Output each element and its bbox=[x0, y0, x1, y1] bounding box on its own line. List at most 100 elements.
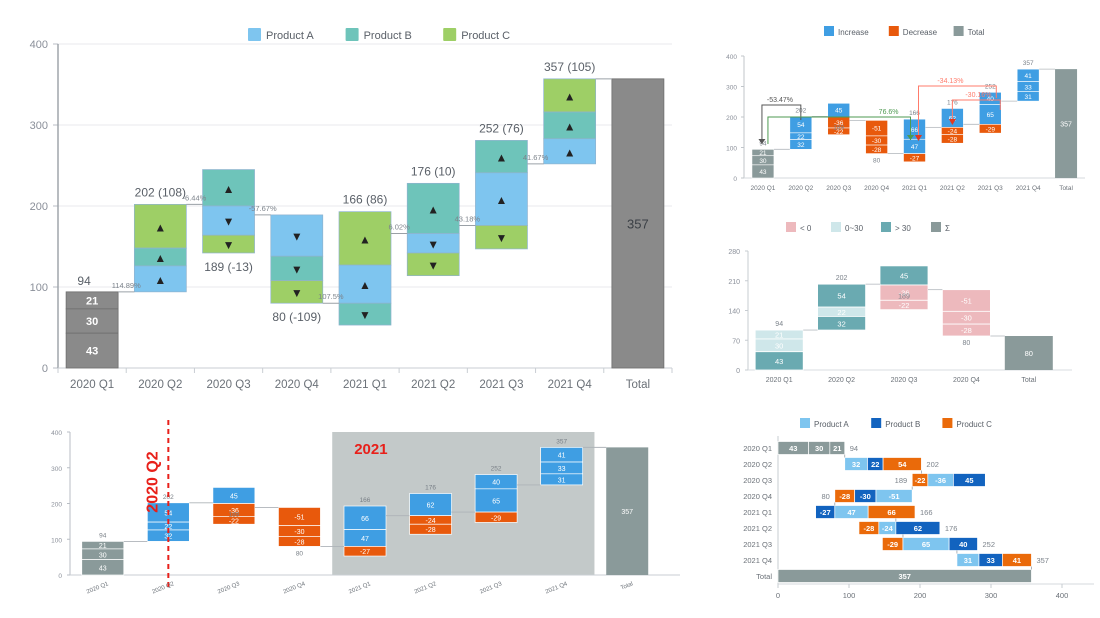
segment-value-label: -29 bbox=[887, 540, 898, 549]
legend-item[interactable]: < 0 bbox=[786, 222, 812, 233]
connector-percent-label: 114.89% bbox=[112, 281, 141, 290]
y-tick-label: 400 bbox=[726, 54, 737, 61]
x-tick-label: 2020 Q4 bbox=[283, 581, 307, 595]
bar-total-label: 252 (76) bbox=[479, 121, 524, 135]
legend-item[interactable]: 0~30 bbox=[831, 222, 864, 233]
br-chart-x-axis: 0 100 200 300 400 bbox=[776, 584, 1068, 600]
legend-swatch bbox=[786, 222, 796, 232]
segment-value-label: 47 bbox=[911, 144, 919, 151]
bar-total-label: 189 (-13) bbox=[204, 260, 253, 274]
up-arrow-icon: ▲ bbox=[154, 251, 166, 265]
legend-label: < 0 bbox=[800, 224, 812, 233]
legend-item[interactable]: Product A bbox=[248, 28, 314, 42]
up-arrow-icon: ▲ bbox=[359, 232, 371, 246]
legend-item[interactable]: Total bbox=[953, 26, 985, 37]
segment-value-label: 40 bbox=[959, 540, 967, 549]
segment-value-label: 40 bbox=[492, 480, 500, 487]
x-tick-label: 300 bbox=[985, 591, 998, 600]
segment-value-label: 66 bbox=[911, 127, 919, 134]
legend-label: Product A bbox=[266, 30, 314, 42]
bar-total-label: 176 bbox=[425, 484, 436, 491]
x-tick-label: 2020 Q2 bbox=[138, 379, 182, 391]
y-tick-label: 0 bbox=[58, 573, 62, 580]
segment-value-label: -27 bbox=[820, 508, 831, 517]
bar-total-label: 357 bbox=[1023, 60, 1034, 67]
legend-item[interactable]: Product C bbox=[443, 28, 510, 42]
bar-total-label: 94 bbox=[99, 532, 107, 539]
main-chart-x-axis: 2020 Q1 2020 Q2 2020 Q3 2020 Q4 2021 Q1 2021 … bbox=[57, 368, 673, 391]
segment-value-label: 33 bbox=[986, 556, 994, 565]
total-value-label: 80 bbox=[1025, 349, 1033, 358]
annotation-label: 76.6% bbox=[879, 109, 899, 116]
down-arrow-icon: ▼ bbox=[427, 237, 439, 251]
legend-item[interactable]: > 30 bbox=[881, 222, 911, 233]
segment-value-label: 41 bbox=[1025, 73, 1033, 80]
annotation-label: -53.47% bbox=[767, 97, 793, 104]
legend-item[interactable]: Product B bbox=[345, 28, 412, 42]
legend-label: Decrease bbox=[903, 28, 938, 37]
segment-value-label: 47 bbox=[361, 536, 369, 543]
segment-value-label: 65 bbox=[922, 540, 930, 549]
legend-label: Product B bbox=[364, 30, 412, 42]
bar-total-label: 176 (10) bbox=[411, 164, 456, 178]
row-total-label: 252 bbox=[983, 540, 996, 549]
br-waterfall-svg: Product A Product B Product C 43 30 21 94 32 22… bbox=[743, 418, 1094, 600]
legend-swatch bbox=[953, 26, 964, 36]
annotation-label: -30.16% bbox=[965, 92, 991, 99]
y-tick-label: 200 bbox=[726, 115, 737, 122]
down-arrow-icon: ▼ bbox=[291, 262, 303, 276]
segment-value-label: -28 bbox=[872, 147, 882, 154]
y-tick-label: 100 bbox=[51, 537, 62, 544]
x-tick-label: 2021 Q4 bbox=[1016, 185, 1041, 192]
x-tick-label: 2021 Q3 bbox=[978, 185, 1003, 192]
bar-total-label: 80 bbox=[963, 340, 971, 347]
bar-total-label: 252 bbox=[491, 466, 502, 473]
up-arrow-icon: ▲ bbox=[495, 193, 507, 207]
legend-label: Product B bbox=[885, 420, 920, 429]
br-chart-y-axis: 2020 Q1 2020 Q2 2020 Q3 2020 Q4 2021 Q1 2021 … bbox=[743, 444, 772, 581]
legend-label: > 30 bbox=[895, 224, 911, 233]
x-tick-label: 2021 Q1 bbox=[343, 379, 387, 391]
segment-value-label: 54 bbox=[898, 460, 907, 469]
x-tick-label: Total bbox=[1021, 377, 1036, 384]
x-tick-label: 400 bbox=[1056, 591, 1069, 600]
legend-item[interactable]: Increase bbox=[824, 26, 869, 37]
bar-total-label: 202 bbox=[836, 275, 848, 282]
segment-value-label: 30 bbox=[99, 552, 107, 559]
legend-swatch bbox=[248, 28, 261, 41]
legend-label: Product C bbox=[461, 30, 510, 42]
legend-item[interactable]: Σ bbox=[931, 222, 950, 233]
tr-chart-legend: Increase Decrease Total bbox=[824, 26, 985, 37]
x-tick-label: 2020 Q4 bbox=[953, 377, 980, 384]
y-tick-label: 300 bbox=[726, 85, 737, 92]
y-tick-label: 0 bbox=[736, 368, 740, 375]
legend-swatch bbox=[881, 222, 891, 232]
segment-value-label: 66 bbox=[361, 516, 369, 523]
tr-chart-x-axis: 2020 Q1 2020 Q2 2020 Q3 2020 Q4 2021 Q1 2021 … bbox=[750, 185, 1073, 192]
mr-chart-bars: 21304354223245-36-22 -51-30-2880942021898… bbox=[754, 265, 1053, 371]
legend-item[interactable]: Product A bbox=[800, 418, 849, 429]
segment-value-label: 41 bbox=[558, 453, 566, 460]
segment-value-label: 30 bbox=[775, 341, 783, 350]
segment-value-label: 65 bbox=[492, 498, 500, 505]
x-tick-label: Total bbox=[1059, 185, 1073, 192]
marker-line-label: 2020 Q2 bbox=[144, 451, 161, 512]
segment-value-label: 33 bbox=[558, 466, 566, 473]
legend-item[interactable]: Product C bbox=[942, 418, 992, 429]
legend-item[interactable]: Decrease bbox=[888, 26, 938, 37]
legend-item[interactable]: Product B bbox=[871, 418, 920, 429]
br-chart-bars: 43 30 21 94 32 22 54 202-22 -36 45 189 -28 -30 -51 80 -… bbox=[777, 441, 1049, 583]
segment-value-label: -51 bbox=[961, 297, 972, 306]
connector-percent-label: 107.5% bbox=[318, 292, 344, 301]
segment-value-label: -28 bbox=[863, 524, 874, 533]
x-tick-label: 200 bbox=[914, 591, 927, 600]
segment-value-label: -28 bbox=[961, 326, 972, 335]
segment-value-label: 66 bbox=[887, 508, 895, 517]
total-value-label: 357 bbox=[1060, 122, 1072, 129]
legend-swatch bbox=[800, 418, 810, 428]
y-tick-label: 100 bbox=[30, 282, 48, 294]
total-value-label: 357 bbox=[621, 509, 633, 516]
segment-value-label: -30 bbox=[872, 138, 882, 145]
row-category-label: 2021 Q1 bbox=[743, 508, 772, 517]
bl-waterfall-svg: 2021 0100200300400 21304354223245-36-22-… bbox=[51, 420, 680, 595]
